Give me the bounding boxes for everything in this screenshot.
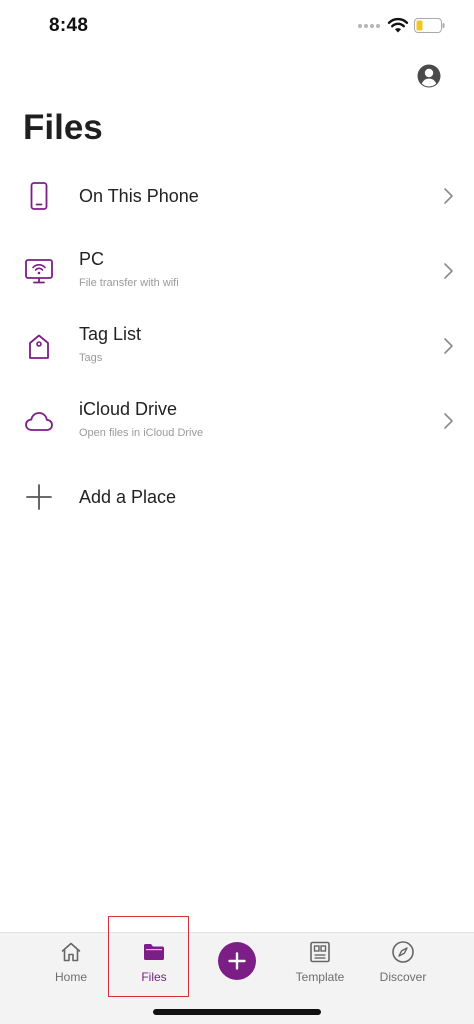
tab-label: Files — [141, 970, 167, 984]
tab-label: Discover — [379, 970, 427, 984]
phone-icon — [30, 182, 48, 210]
place-subtitle: Open files in iCloud Drive — [79, 427, 204, 439]
add-place-button[interactable]: Add a Place — [0, 460, 474, 534]
status-time: 8:48 — [49, 15, 89, 36]
place-item-tag-list[interactable]: Tag List Tags — [0, 309, 474, 383]
place-label: iCloud Drive — [79, 399, 178, 419]
chevron-right-icon — [444, 188, 453, 204]
home-indicator — [153, 1009, 321, 1015]
place-subtitle: Tags — [79, 352, 103, 364]
plus-icon — [228, 952, 246, 970]
place-subtitle: File transfer with wifi — [79, 277, 179, 289]
tab-home[interactable]: Home — [46, 933, 96, 997]
tag-icon — [29, 334, 49, 359]
home-icon — [61, 942, 81, 962]
tab-template[interactable]: Template — [288, 933, 352, 997]
place-item-pc[interactable]: PC File transfer with wifi — [0, 234, 474, 308]
chevron-right-icon — [444, 263, 453, 279]
plus-icon — [26, 484, 52, 510]
add-button[interactable] — [218, 942, 256, 980]
tab-label: Home — [54, 970, 87, 984]
place-label: On This Phone — [79, 186, 199, 206]
chevron-right-icon — [444, 338, 453, 354]
battery-icon — [414, 18, 445, 33]
cellular-signal-icon — [358, 24, 382, 30]
folder-icon — [144, 944, 164, 960]
compass-icon — [392, 941, 414, 963]
place-label: Tag List — [79, 324, 142, 344]
wifi-icon — [387, 17, 409, 33]
account-circle-icon[interactable] — [415, 62, 443, 90]
tab-discover[interactable]: Discover — [372, 933, 434, 997]
cloud-icon — [25, 412, 53, 431]
place-item-on-this-phone[interactable]: On This Phone — [0, 158, 474, 232]
tab-files[interactable]: Files — [126, 933, 182, 997]
place-item-icloud-drive[interactable]: iCloud Drive Open files in iCloud Drive — [0, 384, 474, 458]
add-place-label: Add a Place — [79, 487, 177, 507]
chevron-right-icon — [444, 413, 453, 429]
monitor-wifi-icon — [25, 259, 53, 284]
status-bar: 8:48 — [0, 0, 474, 52]
page-title: Files — [23, 108, 103, 147]
template-icon — [310, 941, 330, 963]
place-label: PC — [79, 249, 105, 269]
tab-label: Template — [295, 970, 345, 984]
